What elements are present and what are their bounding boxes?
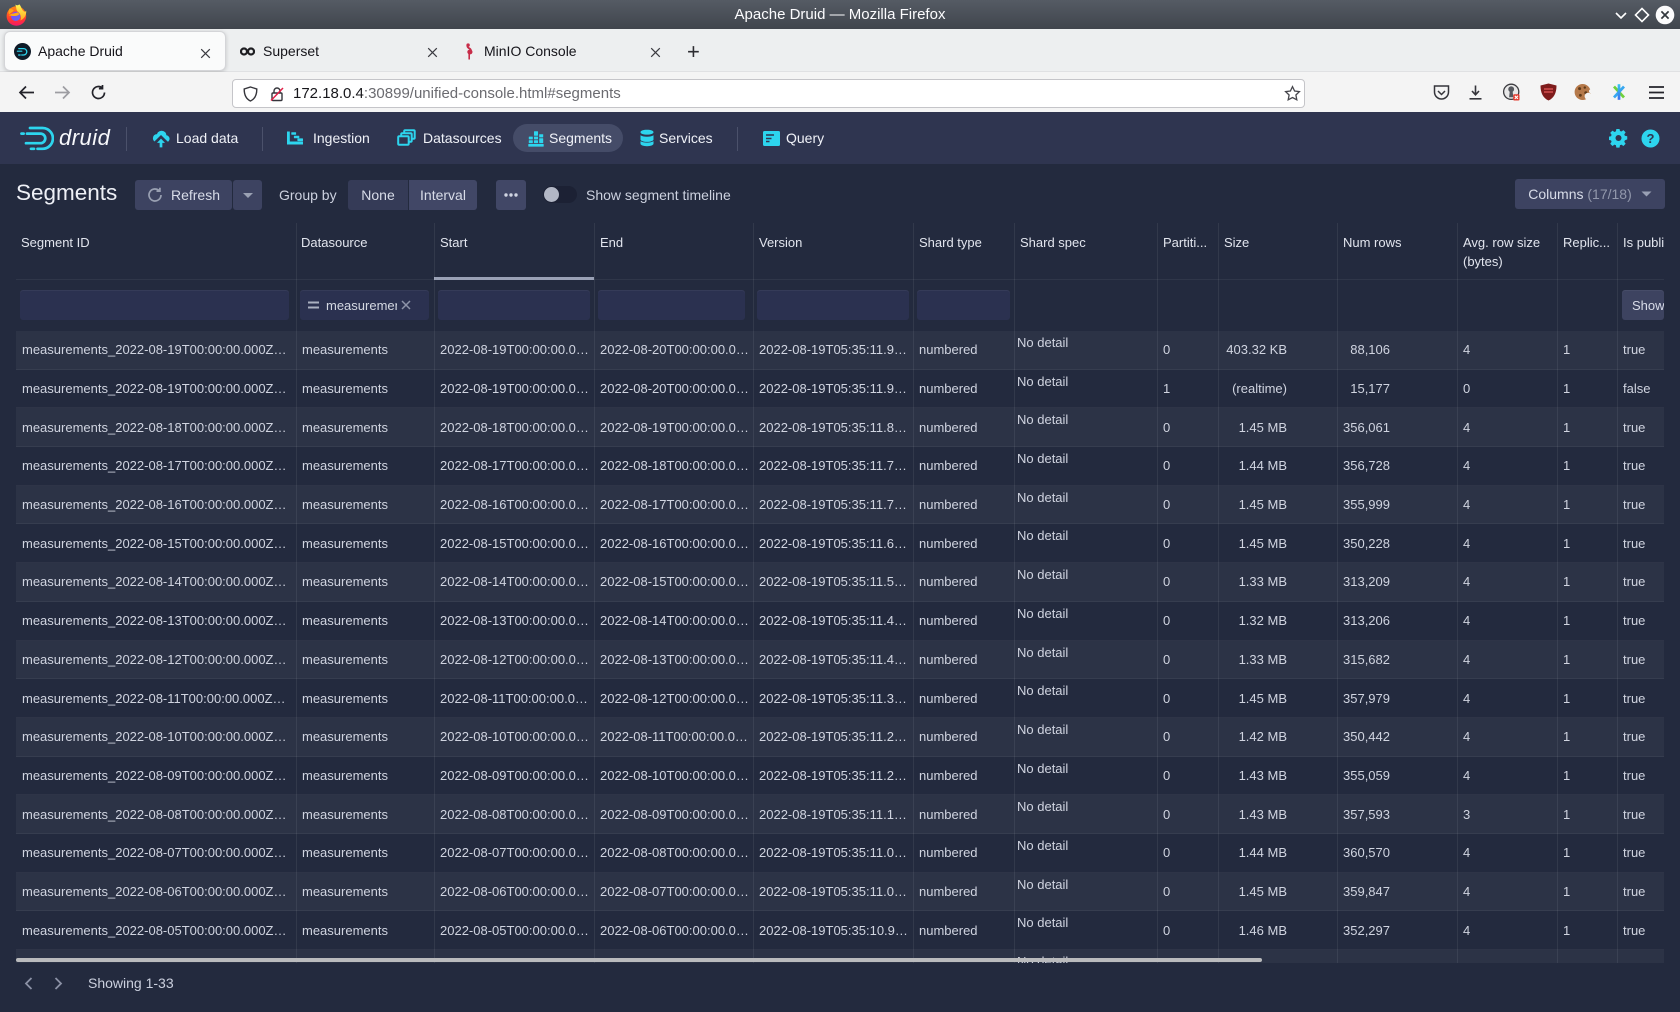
svg-text:?: ? xyxy=(1647,131,1655,146)
